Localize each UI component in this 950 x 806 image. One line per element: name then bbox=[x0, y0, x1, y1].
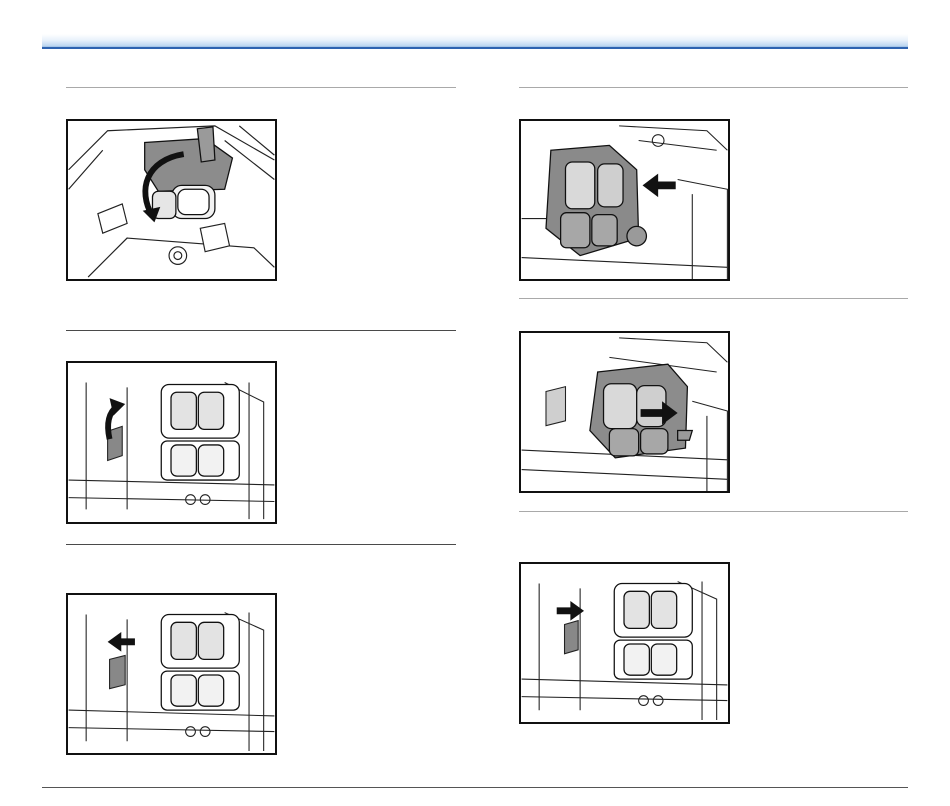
roller-lever-up-illustration bbox=[66, 361, 277, 524]
section-rule bbox=[66, 330, 456, 331]
section-rule bbox=[519, 298, 908, 299]
page-header-rule bbox=[42, 47, 908, 49]
section-rule bbox=[519, 87, 908, 88]
roller-insert-illustration bbox=[519, 119, 730, 281]
page-footer-rule bbox=[42, 787, 908, 788]
roller-cover-open-illustration bbox=[66, 119, 277, 281]
roller-slide-illustration bbox=[519, 331, 730, 493]
section-rule bbox=[519, 511, 908, 512]
roller-lever-left-illustration bbox=[66, 593, 277, 755]
section-rule bbox=[66, 87, 456, 88]
roller-lever-right-illustration bbox=[519, 562, 730, 724]
section-rule bbox=[66, 544, 456, 545]
page-header-band bbox=[42, 34, 908, 48]
